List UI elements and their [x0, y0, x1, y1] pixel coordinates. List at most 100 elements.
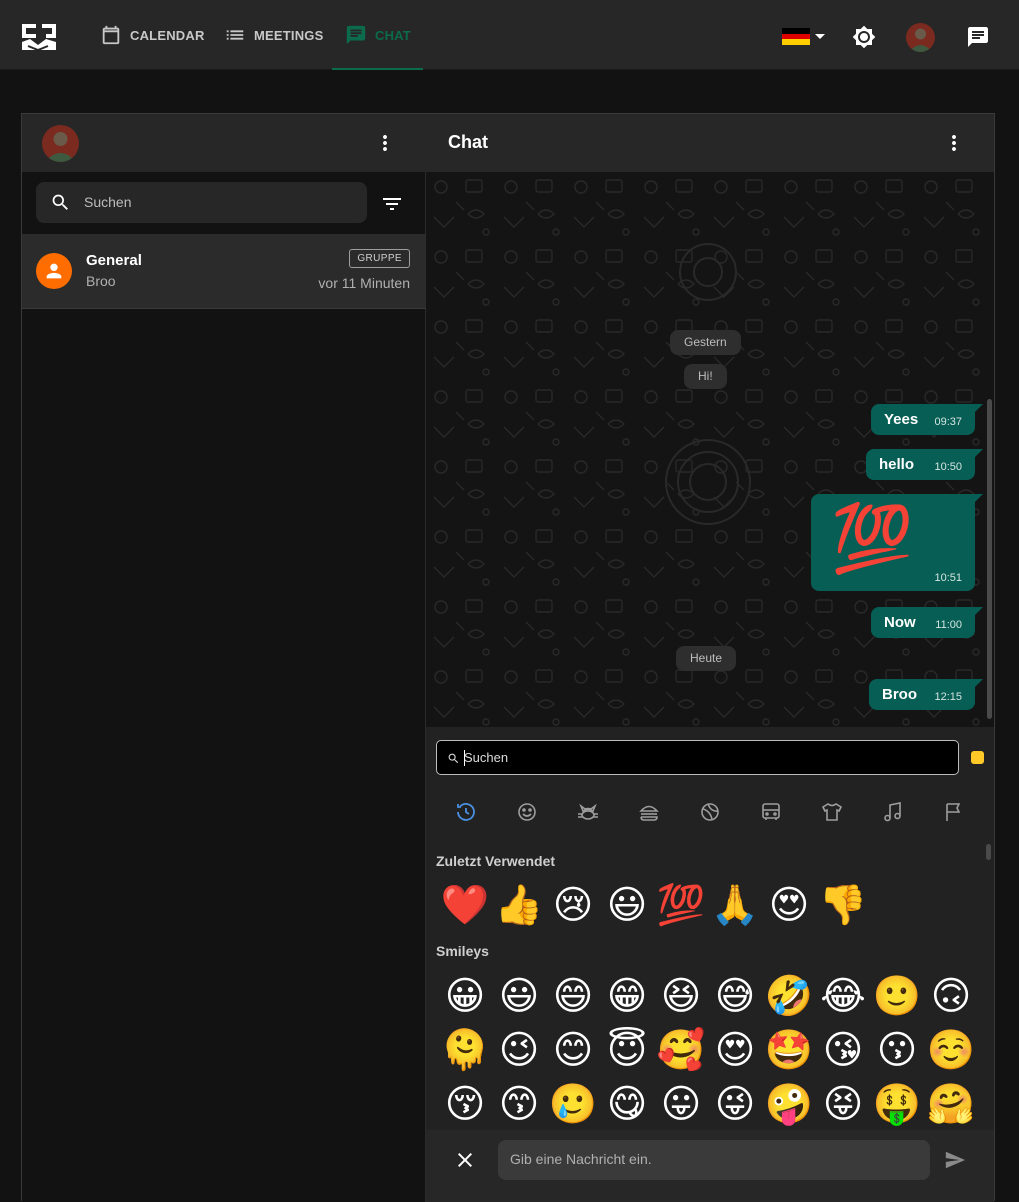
emoji-button[interactable]: 😗	[870, 1025, 924, 1077]
emoji-button[interactable]: 🤪	[762, 1079, 816, 1130]
emoji-button[interactable]: 🙂	[870, 971, 924, 1023]
emoji-button[interactable]: 🤩	[762, 1025, 816, 1077]
flag-icon[interactable]	[942, 800, 966, 824]
conversation-header: Chat	[426, 114, 994, 172]
emoji-button[interactable]: 🥲	[546, 1079, 600, 1130]
german-flag-icon[interactable]	[782, 28, 810, 45]
shirt-icon[interactable]	[820, 800, 844, 824]
message-input[interactable]: Gib eine Nachricht ein.	[498, 1140, 930, 1180]
text-cursor	[464, 750, 465, 766]
emoji-button[interactable]: 😜	[708, 1079, 762, 1130]
emoji-button[interactable]: 🤗	[924, 1079, 978, 1130]
nav-chat[interactable]: CHAT	[332, 0, 423, 70]
message-bubble[interactable]: hello 10:50	[866, 449, 983, 480]
burger-icon[interactable]	[637, 800, 661, 824]
emoji-button[interactable]: 😋	[600, 1079, 654, 1130]
emoji-button[interactable]: 😃	[492, 971, 546, 1023]
bus-icon[interactable]	[759, 800, 783, 824]
message-icon[interactable]	[966, 25, 990, 49]
emoji-button[interactable]: 😆	[654, 971, 708, 1023]
list-icon	[226, 30, 244, 40]
emoji-button[interactable]: 🤣	[762, 971, 816, 1023]
emoji-button[interactable]: 😛	[654, 1079, 708, 1130]
nav-meetings[interactable]: MEETINGS	[224, 0, 324, 70]
chat-icon	[346, 25, 366, 45]
ball-icon[interactable]	[698, 800, 722, 824]
emoji-search-input[interactable]: Suchen	[436, 740, 959, 775]
emoji-button[interactable]: 😚	[438, 1079, 492, 1130]
emoji-button[interactable]: 😝	[816, 1079, 870, 1130]
emoji-button[interactable]: ☺️	[924, 1025, 978, 1077]
emoji-button[interactable]: 😇	[600, 1025, 654, 1077]
chat-list-header	[22, 114, 426, 172]
language-dropdown-icon[interactable]	[815, 34, 825, 39]
emoji-button[interactable]: 🤑	[870, 1079, 924, 1130]
avatar-image-icon	[42, 125, 79, 162]
crying-emoji[interactable]: 😢	[546, 880, 600, 932]
brightness-icon[interactable]	[852, 25, 876, 49]
emoji-button[interactable]: 😊	[546, 1025, 600, 1077]
cat-icon[interactable]	[576, 800, 600, 824]
date-separator: Gestern	[670, 330, 741, 355]
conversation-column: Chat Gestern Hi! Yees 09:37 hello 10:50 …	[426, 114, 994, 1202]
emoji-button[interactable]: 😍	[708, 1025, 762, 1077]
emoji-button[interactable]: 🥰	[654, 1025, 708, 1077]
emoji-button[interactable]: 😅	[708, 971, 762, 1023]
emoji-button[interactable]: 😙	[492, 1079, 546, 1130]
thumbs-down-emoji[interactable]: 👎	[816, 880, 870, 932]
clock-icon[interactable]	[454, 800, 478, 824]
message-bubble[interactable]: Now 11:00	[871, 607, 983, 638]
emoji-category-bar	[426, 800, 994, 832]
emoji-button[interactable]: 🫠	[438, 1025, 492, 1077]
emoji-button[interactable]: 🙃	[924, 971, 978, 1023]
emoji-button[interactable]: 😂	[816, 971, 870, 1023]
message-emoji: 💯	[831, 501, 914, 575]
thumbs-up-emoji[interactable]: 👍	[492, 880, 546, 932]
chat-list-column: Suchen General Broo GRUPPE vor 11 Minute…	[22, 114, 426, 1202]
heart-eyes-emoji[interactable]: 😍	[762, 880, 816, 932]
message-time: 10:51	[934, 572, 962, 584]
chat-time: vor 11 Minuten	[318, 275, 410, 291]
message-time: 11:00	[935, 619, 962, 631]
message-text: Now	[884, 614, 916, 631]
filter-icon[interactable]	[380, 192, 404, 216]
heart-emoji[interactable]: ❤️	[438, 880, 492, 932]
group-avatar	[36, 253, 72, 289]
message-bubble[interactable]: Broo 12:15	[869, 679, 983, 710]
message-list[interactable]: Gestern Hi! Yees 09:37 hello 10:50 💯 10:…	[426, 172, 994, 727]
smiley-icon[interactable]	[515, 800, 539, 824]
emoji-button[interactable]: 😘	[816, 1025, 870, 1077]
own-avatar[interactable]	[42, 125, 79, 162]
music-icon[interactable]	[881, 800, 905, 824]
emoji-button[interactable]: 😀	[438, 971, 492, 1023]
send-icon[interactable]	[944, 1149, 966, 1171]
chat-panel: Suchen General Broo GRUPPE vor 11 Minute…	[21, 113, 995, 1202]
smileys-emoji-row: 😀 😃 😄 😁 😆 😅 🤣 😂 🙂 🙃	[438, 971, 978, 1023]
message-time: 09:37	[934, 416, 962, 428]
smiley-emoji[interactable]: 😃	[600, 880, 654, 932]
emoji-button[interactable]: 😄	[546, 971, 600, 1023]
chat-search-input[interactable]: Suchen	[36, 182, 367, 223]
emoji-button[interactable]: 😁	[600, 971, 654, 1023]
message-text: Broo	[882, 686, 917, 703]
skin-tone-button[interactable]	[971, 751, 984, 764]
close-icon[interactable]	[453, 1148, 477, 1172]
message-bubble[interactable]: 💯 10:51	[811, 494, 983, 591]
nav-meetings-label: MEETINGS	[254, 27, 324, 43]
nav-calendar[interactable]: CALENDAR	[100, 0, 205, 70]
message-composer: Gib eine Nachricht ein.	[426, 1130, 994, 1202]
message-bubble[interactable]: Yees 09:37	[871, 404, 983, 435]
chat-search-placeholder: Suchen	[84, 194, 132, 210]
hundred-emoji[interactable]: 💯	[654, 880, 708, 932]
message-scrollbar[interactable]	[987, 399, 992, 719]
pray-emoji[interactable]: 🙏	[708, 880, 762, 932]
more-vert-icon[interactable]	[373, 131, 397, 155]
emoji-scrollbar[interactable]	[986, 844, 991, 860]
chat-list-item[interactable]: General Broo GRUPPE vor 11 Minuten	[22, 234, 426, 309]
emoji-picker: Suchen Zuletzt Verwendet ❤️ 👍 😢 😃 💯 🙏 😍 👎 Smi	[426, 727, 994, 1130]
user-avatar[interactable]	[906, 23, 935, 52]
emoji-button[interactable]: 😉	[492, 1025, 546, 1077]
chat-name: General	[86, 252, 142, 269]
app-logo-icon[interactable]	[20, 20, 58, 54]
more-vert-icon[interactable]	[942, 131, 966, 155]
